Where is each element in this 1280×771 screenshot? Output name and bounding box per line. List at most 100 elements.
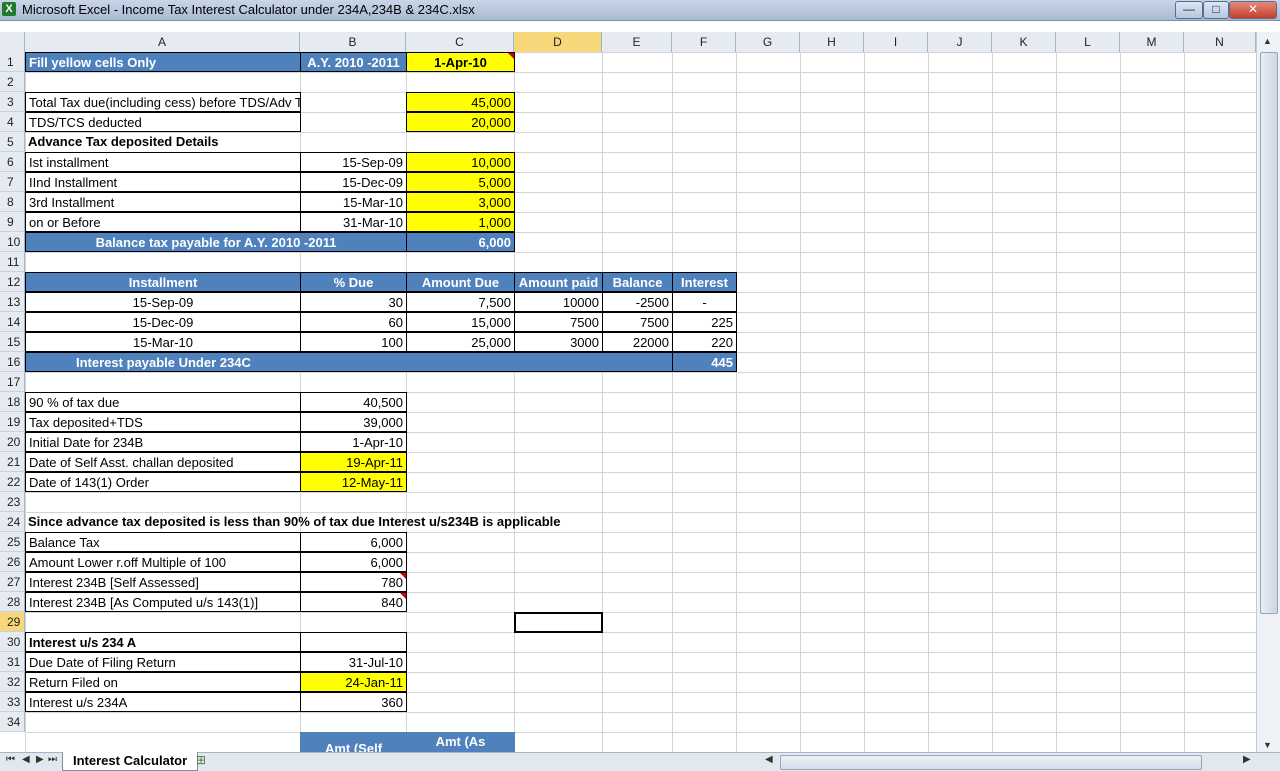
cell-a13[interactable]: 15-Sep-09 bbox=[25, 292, 301, 312]
cell-a27[interactable]: Interest 234B [Self Assessed] bbox=[25, 572, 301, 592]
cell-b8[interactable]: 15-Mar-10 bbox=[300, 192, 407, 212]
row-header[interactable]: 26 bbox=[0, 552, 25, 572]
cell-c8[interactable]: 3,000 bbox=[406, 192, 515, 212]
cell-a16[interactable]: Interest payable Under 234C bbox=[25, 352, 673, 372]
cell-a5[interactable]: Advance Tax deposited Details bbox=[25, 132, 301, 152]
horizontal-scrollbar[interactable] bbox=[780, 755, 1202, 770]
cell-d14[interactable]: 7500 bbox=[514, 312, 603, 332]
cell-e14[interactable]: 7500 bbox=[602, 312, 673, 332]
cell-a18[interactable]: 90 % of tax due bbox=[25, 392, 301, 412]
cell-c6[interactable]: 10,000 bbox=[406, 152, 515, 172]
row-header[interactable]: 32 bbox=[0, 672, 25, 692]
cell-b21[interactable]: 19-Apr-11 bbox=[300, 452, 407, 472]
cell-b12[interactable]: % Due bbox=[300, 272, 407, 292]
cell-b13[interactable]: 30 bbox=[300, 292, 407, 312]
cell-e15[interactable]: 22000 bbox=[602, 332, 673, 352]
row-header[interactable]: 30 bbox=[0, 632, 25, 652]
cell-a19[interactable]: Tax deposited+TDS bbox=[25, 412, 301, 432]
cell-b7[interactable]: 15-Dec-09 bbox=[300, 172, 407, 192]
row-header[interactable]: 15 bbox=[0, 332, 25, 352]
cell-b18[interactable]: 40,500 bbox=[300, 392, 407, 412]
cell-a24[interactable]: Since advance tax deposited is less than… bbox=[25, 512, 625, 532]
cell-f15[interactable]: 220 bbox=[672, 332, 737, 352]
row-header[interactable]: 27 bbox=[0, 572, 25, 592]
cell-d15[interactable]: 3000 bbox=[514, 332, 603, 352]
column-header-e[interactable]: E bbox=[602, 32, 672, 52]
row-header[interactable]: 8 bbox=[0, 192, 25, 212]
column-header-f[interactable]: F bbox=[672, 32, 736, 52]
cell-f12[interactable]: Interest bbox=[672, 272, 737, 292]
cell-b30[interactable] bbox=[300, 632, 407, 652]
cell-a28[interactable]: Interest 234B [As Computed u/s 143(1)] bbox=[25, 592, 301, 612]
row-header[interactable]: 13 bbox=[0, 292, 25, 312]
column-header-k[interactable]: K bbox=[992, 32, 1056, 52]
row-header[interactable]: 11 bbox=[0, 252, 25, 272]
minimize-button[interactable]: — bbox=[1175, 1, 1203, 19]
cell-b9[interactable]: 31-Mar-10 bbox=[300, 212, 407, 232]
column-header-m[interactable]: M bbox=[1120, 32, 1184, 52]
row-header[interactable]: 5 bbox=[0, 132, 25, 152]
cell-a21[interactable]: Date of Self Asst. challan deposited bbox=[25, 452, 301, 472]
cell-b33[interactable]: 360 bbox=[300, 692, 407, 712]
scroll-thumb[interactable] bbox=[1260, 52, 1278, 614]
column-header-d[interactable]: D bbox=[514, 32, 602, 52]
cell-c7[interactable]: 5,000 bbox=[406, 172, 515, 192]
row-header[interactable]: 28 bbox=[0, 592, 25, 612]
cell-a26[interactable]: Amount Lower r.off Multiple of 100 bbox=[25, 552, 301, 572]
column-header-l[interactable]: L bbox=[1056, 32, 1120, 52]
cell-a30[interactable]: Interest u/s 234 A bbox=[25, 632, 301, 652]
sheet-tab-interest-calculator[interactable]: Interest Calculator bbox=[62, 752, 199, 771]
cell-a20[interactable]: Initial Date for 234B bbox=[25, 432, 301, 452]
vertical-scrollbar[interactable]: ▲ ▼ bbox=[1256, 32, 1280, 754]
row-header[interactable]: 1 bbox=[0, 52, 25, 72]
cell-c12[interactable]: Amount Due bbox=[406, 272, 515, 292]
cell-c4[interactable]: 20,000 bbox=[406, 112, 515, 132]
row-header[interactable]: 18 bbox=[0, 392, 25, 412]
cell-b28[interactable]: 840 bbox=[300, 592, 407, 612]
cell-a33[interactable]: Interest u/s 234A bbox=[25, 692, 301, 712]
cell-a1[interactable]: Fill yellow cells Only bbox=[25, 52, 301, 72]
cell-d13[interactable]: 10000 bbox=[514, 292, 603, 312]
first-sheet-icon[interactable]: ⏮ bbox=[6, 754, 15, 765]
row-header[interactable]: 10 bbox=[0, 232, 25, 252]
column-header-b[interactable]: B bbox=[300, 32, 406, 52]
cell-b14[interactable]: 60 bbox=[300, 312, 407, 332]
cell-b26[interactable]: 6,000 bbox=[300, 552, 407, 572]
maximize-button[interactable]: □ bbox=[1203, 1, 1229, 19]
column-header-a[interactable]: A bbox=[25, 32, 300, 52]
cell-c15[interactable]: 25,000 bbox=[406, 332, 515, 352]
scroll-down-icon[interactable]: ▼ bbox=[1263, 740, 1272, 750]
cell-a25[interactable]: Balance Tax bbox=[25, 532, 301, 552]
cell-a10[interactable]: Balance tax payable for A.Y. 2010 -2011 bbox=[25, 232, 407, 252]
cell-f16[interactable]: 445 bbox=[672, 352, 737, 372]
cell-b1[interactable]: A.Y. 2010 -2011 bbox=[300, 52, 407, 72]
cell-a14[interactable]: 15-Dec-09 bbox=[25, 312, 301, 332]
scroll-up-icon[interactable]: ▲ bbox=[1263, 36, 1272, 46]
cell-b15[interactable]: 100 bbox=[300, 332, 407, 352]
row-header[interactable]: 12 bbox=[0, 272, 25, 292]
cell-c14[interactable]: 15,000 bbox=[406, 312, 515, 332]
row-header[interactable]: 9 bbox=[0, 212, 25, 232]
row-header[interactable]: 7 bbox=[0, 172, 25, 192]
scroll-left-icon[interactable]: ◀ bbox=[765, 754, 773, 765]
cell-b31[interactable]: 31-Jul-10 bbox=[300, 652, 407, 672]
cell-a9[interactable]: on or Before bbox=[25, 212, 301, 232]
row-header[interactable]: 29 bbox=[0, 612, 25, 632]
cell-b35[interactable]: Amt (Self bbox=[300, 732, 407, 752]
cell-d12[interactable]: Amount paid bbox=[514, 272, 603, 292]
row-header[interactable]: 24 bbox=[0, 512, 25, 532]
cell-b19[interactable]: 39,000 bbox=[300, 412, 407, 432]
cell-f14[interactable]: 225 bbox=[672, 312, 737, 332]
row-header[interactable]: 31 bbox=[0, 652, 25, 672]
cell-a32[interactable]: Return Filed on bbox=[25, 672, 301, 692]
cell-b25[interactable]: 6,000 bbox=[300, 532, 407, 552]
cell-a12[interactable]: Installment bbox=[25, 272, 301, 292]
row-header[interactable]: 4 bbox=[0, 112, 25, 132]
select-all-corner[interactable] bbox=[0, 32, 25, 52]
cell-e12[interactable]: Balance bbox=[602, 272, 673, 292]
cell-a7[interactable]: IInd Installment bbox=[25, 172, 301, 192]
column-header-n[interactable]: N bbox=[1184, 32, 1256, 52]
column-header-i[interactable]: I bbox=[864, 32, 928, 52]
row-header[interactable]: 34 bbox=[0, 712, 25, 732]
close-button[interactable]: ✕ bbox=[1229, 1, 1277, 19]
